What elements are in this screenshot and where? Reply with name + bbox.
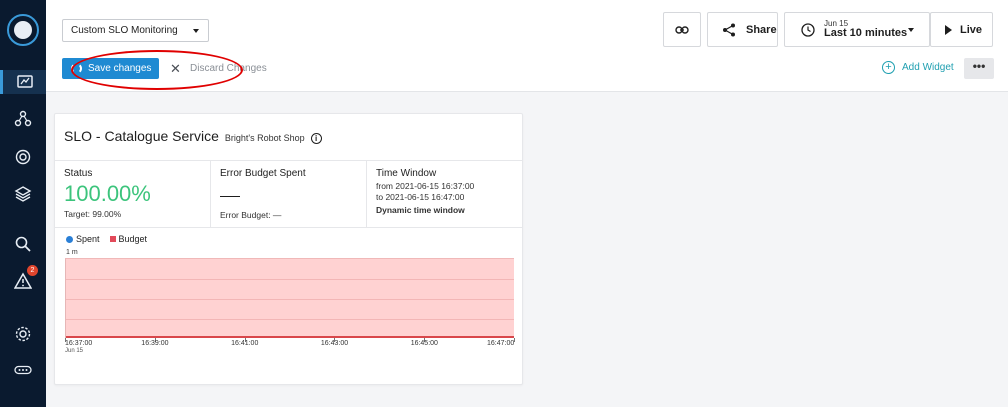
x-tick-label: 16:43:00 xyxy=(320,340,349,347)
add-widget-label: Add Widget xyxy=(902,62,954,73)
highlight-oval xyxy=(71,50,243,90)
info-icon[interactable]: i xyxy=(310,133,322,144)
legend-swatch-budget xyxy=(109,236,116,242)
slo-metrics: Status 100.00% Target: 99.00% Error Budg… xyxy=(55,160,522,228)
widget-title: SLO - Catalogue Service xyxy=(64,128,219,144)
error-budget-metric: Error Budget Spent Error Budget: — xyxy=(211,161,367,227)
status-label: Status xyxy=(64,168,93,179)
time-window-type: Dynamic time window xyxy=(376,205,465,215)
settings-icon[interactable] xyxy=(11,322,35,346)
dashboard-toolbar: Custom SLO Monitoring Save changes ✕ Dis… xyxy=(46,0,1008,92)
time-range-label: Last 10 minutes xyxy=(824,26,908,39)
dashboard-select[interactable]: Custom SLO Monitoring xyxy=(62,19,209,42)
error-budget-remaining: Error Budget: — xyxy=(220,210,282,220)
x-tick-label: 16:47:00 xyxy=(487,340,515,347)
sidebar: 2 xyxy=(0,0,46,407)
app-logo[interactable] xyxy=(7,14,39,46)
error-budget-chart xyxy=(65,258,514,338)
dashboards-icon[interactable] xyxy=(0,70,46,94)
status-target: Target: 99.00% xyxy=(64,209,122,219)
infrastructure-icon[interactable] xyxy=(11,107,35,131)
x-tick-label: 16:37:00 xyxy=(65,340,93,347)
slo-widget: SLO - Catalogue Service Bright's Robot S… xyxy=(54,113,523,385)
legend-label-budget: Budget xyxy=(118,234,148,244)
error-budget-value xyxy=(220,196,240,197)
time-window-to: to 2021-06-15 16:47:00 xyxy=(376,192,465,202)
share-button[interactable]: Share xyxy=(707,12,778,47)
status-value: 100.00% xyxy=(64,181,151,206)
add-widget-button[interactable]: + Add Widget xyxy=(882,61,954,74)
widget-subtitle: Bright's Robot Shop xyxy=(224,133,305,143)
chevron-down-icon xyxy=(192,29,199,33)
time-window-metric: Time Window from 2021-06-15 16:37:00 to … xyxy=(367,161,522,227)
legend-swatch-spent xyxy=(66,235,73,243)
time-window-from: from 2021-06-15 16:37:00 xyxy=(376,181,475,191)
link-icon xyxy=(675,25,689,34)
legend-label-spent: Spent xyxy=(76,234,100,244)
play-icon xyxy=(945,24,952,35)
events-icon[interactable]: 2 xyxy=(11,265,38,293)
live-label: Live xyxy=(960,23,983,36)
status-metric: Status 100.00% Target: 99.00% xyxy=(55,161,211,227)
copy-link-button[interactable] xyxy=(663,12,701,47)
share-label: Share xyxy=(746,23,777,36)
x-axis xyxy=(65,338,515,346)
widget-header: SLO - Catalogue Service Bright's Robot S… xyxy=(64,128,322,144)
clock-icon xyxy=(801,22,815,37)
live-button[interactable]: Live xyxy=(930,12,993,47)
x-axis-date: Jun 15 xyxy=(65,348,84,354)
x-tick-label: 16:45:00 xyxy=(410,340,438,347)
y-axis-label: 1 m xyxy=(66,249,78,256)
analytics-icon[interactable] xyxy=(11,232,35,256)
x-tick-label: 16:41:00 xyxy=(231,340,259,347)
chart-legend: Spent Budget xyxy=(66,234,147,244)
share-icon xyxy=(723,23,735,36)
dashboard-select-label: Custom SLO Monitoring xyxy=(71,25,178,36)
chevron-down-icon xyxy=(908,28,914,32)
error-budget-label: Error Budget Spent xyxy=(220,168,306,179)
plus-circle-icon: + xyxy=(882,61,895,74)
more-icon[interactable] xyxy=(11,358,35,382)
applications-icon[interactable] xyxy=(11,182,35,206)
services-icon[interactable] xyxy=(11,145,35,169)
events-badge: 2 xyxy=(27,265,38,276)
time-window-label: Time Window xyxy=(376,168,437,179)
time-range-picker[interactable]: Jun 15 Last 10 minutes xyxy=(784,12,930,47)
x-tick-label: 16:39:00 xyxy=(141,340,169,347)
more-options-button[interactable]: ••• xyxy=(964,58,994,79)
gridline xyxy=(66,279,514,280)
gridline xyxy=(66,319,514,320)
gridline xyxy=(66,299,514,300)
